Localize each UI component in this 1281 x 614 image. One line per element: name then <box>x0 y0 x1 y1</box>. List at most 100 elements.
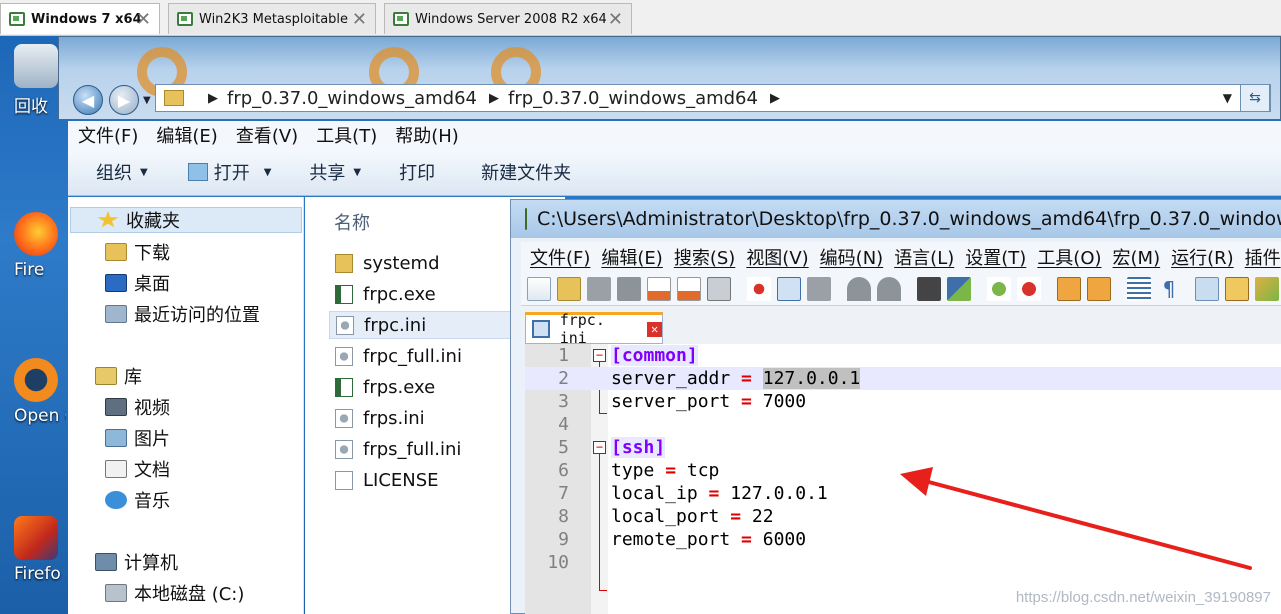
open-button[interactable]: 打开 ▼ <box>187 159 271 185</box>
notepad-logo-icon <box>525 208 527 230</box>
code-line[interactable]: 7 local_ip = 127.0.0.1 <box>525 482 1281 505</box>
vm-tab-win2k3[interactable]: Win2K3 Metasploitable ✕ <box>168 3 376 34</box>
code-line[interactable]: 5 − [ssh] <box>525 436 1281 459</box>
npp-menu-language[interactable]: 语言(L) <box>894 244 954 270</box>
npp-menu-file[interactable]: 文件(F) <box>530 244 590 270</box>
code-text: local_port = 22 <box>611 505 774 528</box>
npp-menu-edit[interactable]: 编辑(E) <box>601 244 662 270</box>
npp-menu-run[interactable]: 运行(R) <box>1171 244 1234 270</box>
replace-icon[interactable] <box>947 277 971 301</box>
code-line[interactable]: 8 local_port = 22 <box>525 505 1281 528</box>
close-file-icon[interactable] <box>647 277 671 301</box>
nav-computer[interactable]: 计算机 <box>95 549 178 575</box>
refresh-button[interactable]: ⇆ <box>1240 84 1270 112</box>
fold-toggle-icon[interactable]: − <box>593 349 606 362</box>
sync-scroll-v-icon[interactable] <box>1057 277 1081 301</box>
function-list-icon[interactable] <box>1255 277 1279 301</box>
download-folder-icon <box>105 243 127 261</box>
breadcrumb-separator-icon[interactable]: ▶ <box>208 91 218 106</box>
navigation-pane: 收藏夹 下载 桌面 最近访问的位置 库 视频 图片 文档 音乐 计算机 本地磁盘… <box>68 197 304 614</box>
npp-menu-encoding[interactable]: 编码(N) <box>820 244 884 270</box>
file-name: frps_full.ini <box>363 438 462 460</box>
breadcrumb-separator-icon[interactable]: ▶ <box>489 91 499 106</box>
npp-menu-macro[interactable]: 宏(M) <box>1113 244 1161 270</box>
code-text: local_ip = 127.0.0.1 <box>611 482 828 505</box>
nav-music[interactable]: 音乐 <box>105 487 170 513</box>
breadcrumb-separator-icon[interactable]: ▶ <box>770 91 780 106</box>
fold-toggle-icon[interactable]: − <box>593 441 606 454</box>
cut-icon[interactable] <box>747 277 771 301</box>
nav-videos[interactable]: 视频 <box>105 394 170 420</box>
doc-map-icon[interactable] <box>1225 277 1249 301</box>
vm-tab-win2008[interactable]: Windows Server 2008 R2 x64 ✕ <box>384 3 632 34</box>
nav-downloads[interactable]: 下载 <box>105 239 170 265</box>
code-line[interactable]: 9 remote_port = 6000 <box>525 528 1281 551</box>
close-icon[interactable]: ✕ <box>352 9 367 30</box>
menu-view[interactable]: 查看(V) <box>236 122 298 148</box>
close-icon[interactable]: ✕ <box>136 9 151 30</box>
print-icon[interactable] <box>707 277 731 301</box>
close-all-icon[interactable] <box>677 277 701 301</box>
code-line[interactable]: 1 − [common] <box>525 344 1281 367</box>
menu-edit[interactable]: 编辑(E) <box>156 122 217 148</box>
indent-guide-icon[interactable] <box>1195 277 1219 301</box>
vm-tab-label: Win2K3 Metasploitable <box>199 11 349 27</box>
print-button[interactable]: 打印 <box>399 159 435 185</box>
code-text: remote_port = 6000 <box>611 528 806 551</box>
code-text: [common] <box>611 344 698 367</box>
save-all-icon[interactable] <box>617 277 641 301</box>
tab-frpc-ini[interactable]: frpc. ini ✕ <box>525 311 663 347</box>
sync-scroll-h-icon[interactable] <box>1087 277 1111 301</box>
text-file-icon <box>335 470 353 490</box>
npp-menu-search[interactable]: 搜索(S) <box>674 244 735 270</box>
zoom-out-icon[interactable] <box>1017 277 1041 301</box>
code-line[interactable]: 4 <box>525 413 1281 436</box>
open-file-icon[interactable] <box>557 277 581 301</box>
column-header-name[interactable]: 名称 <box>334 209 370 235</box>
close-icon[interactable]: ✕ <box>608 9 623 30</box>
npp-menu-settings[interactable]: 设置(T) <box>965 244 1026 270</box>
breadcrumb-item[interactable]: frp_0.37.0_windows_amd64 <box>227 88 477 109</box>
menu-help[interactable]: 帮助(H) <box>395 122 459 148</box>
line-number: 7 <box>558 483 569 504</box>
chevron-down-icon[interactable]: ▼ <box>1223 91 1232 105</box>
share-button[interactable]: 共享 ▼ <box>309 159 361 185</box>
code-line[interactable]: 2 server_addr = 127.0.0.1 <box>525 367 1281 390</box>
npp-menu-plugins[interactable]: 插件 <box>1245 244 1281 270</box>
menu-tools[interactable]: 工具(T) <box>316 122 377 148</box>
forward-button[interactable]: ▶ <box>109 85 139 115</box>
npp-menu-tools[interactable]: 工具(O) <box>1037 244 1101 270</box>
address-bar[interactable]: ▶ frp_0.37.0_windows_amd64 ▶ frp_0.37.0_… <box>155 84 1271 112</box>
nav-recent-places[interactable]: 最近访问的位置 <box>105 301 260 327</box>
vm-tab-windows7[interactable]: Windows 7 x64 ✕ <box>0 3 160 34</box>
nav-libraries[interactable]: 库 <box>95 363 142 389</box>
breadcrumb-item[interactable]: frp_0.37.0_windows_amd64 <box>508 88 758 109</box>
code-editor[interactable]: 1− [common] 2 server_addr = 127.0.0.1 3 serve… <box>525 344 1281 614</box>
nav-local-disk[interactable]: 本地磁盘 (C:) <box>105 580 244 606</box>
nav-documents[interactable]: 文档 <box>105 456 170 482</box>
copy-icon[interactable] <box>777 277 801 301</box>
paste-icon[interactable] <box>807 277 831 301</box>
find-icon[interactable] <box>917 277 941 301</box>
undo-icon[interactable] <box>847 277 871 301</box>
menu-file[interactable]: 文件(F) <box>78 122 138 148</box>
npp-menu-view[interactable]: 视图(V) <box>746 244 808 270</box>
show-all-chars-icon[interactable]: ¶ <box>1157 277 1181 301</box>
new-folder-button[interactable]: 新建文件夹 <box>481 159 571 185</box>
notepad-title-bar[interactable]: C:\Users\Administrator\Desktop\frp_0.37.… <box>511 200 1281 238</box>
recent-pages-dropdown-icon[interactable]: ▼ <box>143 95 151 106</box>
close-icon[interactable]: ✕ <box>647 321 662 337</box>
new-file-icon[interactable] <box>527 277 551 301</box>
nav-pictures[interactable]: 图片 <box>105 425 170 451</box>
redo-icon[interactable] <box>877 277 901 301</box>
word-wrap-icon[interactable] <box>1127 277 1151 301</box>
zoom-in-icon[interactable] <box>987 277 1011 301</box>
nav-favorites[interactable]: 收藏夹 <box>70 207 302 233</box>
back-button[interactable]: ◀ <box>73 85 103 115</box>
code-line[interactable]: 10 <box>525 551 1281 574</box>
code-line[interactable]: 3 server_port = 7000 <box>525 390 1281 413</box>
save-icon[interactable] <box>587 277 611 301</box>
nav-desktop[interactable]: 桌面 <box>105 270 170 296</box>
code-line[interactable]: 6 type = tcp <box>525 459 1281 482</box>
organize-button[interactable]: 组织 ▼ <box>96 159 148 185</box>
